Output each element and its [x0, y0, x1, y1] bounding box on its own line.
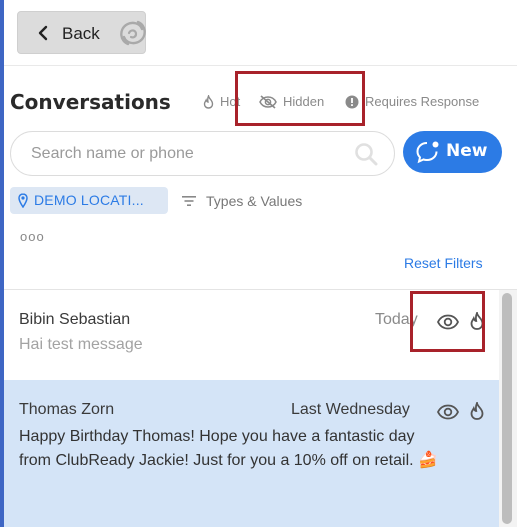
filter-requires-response-label: Requires Response [365, 94, 480, 109]
new-message-icon [416, 141, 439, 164]
clubready-swirl-icon [120, 20, 146, 46]
location-pin-icon [18, 193, 28, 208]
conversation-date: Last Wednesday [291, 401, 410, 418]
contact-name: Bibin Sebastian [19, 311, 131, 328]
page-title: Conversations [10, 90, 171, 114]
contact-name: Thomas Zorn [19, 401, 115, 418]
conversations-panel: Conversations Hot Hidden Requires Respon… [4, 67, 517, 527]
eye-icon[interactable] [437, 404, 459, 420]
back-button-label: Back [62, 24, 100, 43]
annotation-highlight-box [410, 291, 485, 352]
message-preview: Hai test message [19, 336, 143, 353]
conversation-item[interactable]: Thomas Zorn Last Wednesday Happy Birthda… [4, 380, 499, 527]
search-icon [355, 143, 378, 166]
top-bar: Back [4, 0, 517, 66]
search-input[interactable]: Search name or phone [10, 131, 395, 176]
message-preview: Happy Birthday Thomas! Hope you have a f… [19, 428, 438, 469]
flame-icon[interactable] [470, 402, 484, 420]
filter-lines-icon [182, 196, 196, 206]
filter-requires-response[interactable]: Requires Response [345, 94, 479, 109]
reset-filters-link[interactable]: Reset Filters [404, 255, 483, 271]
types-values-label: Types & Values [206, 193, 303, 209]
flame-icon [203, 94, 214, 109]
search-placeholder: Search name or phone [31, 145, 194, 162]
chevron-left-icon [38, 25, 48, 41]
new-button-label: New [446, 141, 488, 161]
location-chip-label: DEMO LOCATI... [34, 192, 144, 208]
scrollbar-thumb[interactable] [502, 293, 512, 524]
annotation-highlight-box [235, 71, 365, 126]
back-button[interactable]: Back [17, 11, 146, 54]
location-filter-chip[interactable]: DEMO LOCATI... [10, 187, 168, 214]
new-conversation-button[interactable]: New [403, 131, 502, 173]
more-filters[interactable]: ooo [20, 229, 45, 244]
